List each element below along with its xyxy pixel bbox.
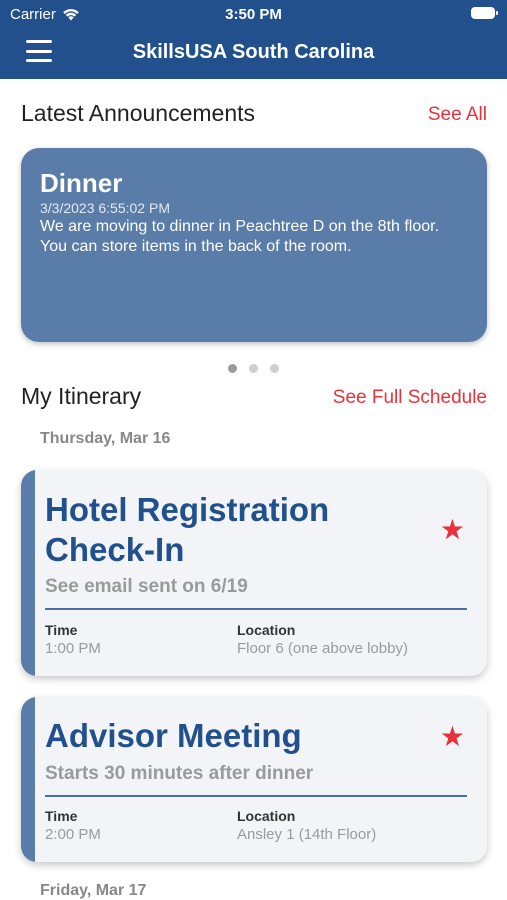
day-header: Friday, Mar 17 bbox=[40, 882, 147, 899]
see-full-schedule-link[interactable]: See Full Schedule bbox=[333, 387, 487, 409]
card-accent-bar bbox=[21, 697, 35, 862]
time-label: Time bbox=[45, 622, 78, 638]
time-value: 1:00 PM bbox=[45, 640, 101, 657]
page-dot-3[interactable] bbox=[270, 364, 279, 373]
itinerary-heading: My Itinerary bbox=[21, 383, 142, 409]
event-title: Hotel Registration Check-In bbox=[45, 491, 330, 568]
star-icon[interactable]: ★ bbox=[440, 723, 465, 751]
page-dot-1[interactable] bbox=[228, 364, 237, 373]
event-divider bbox=[45, 795, 467, 797]
star-icon[interactable]: ★ bbox=[440, 516, 465, 544]
see-all-link[interactable]: See All bbox=[428, 104, 487, 126]
announcement-title: Dinner bbox=[40, 168, 123, 198]
announcements-heading: Latest Announcements bbox=[21, 100, 255, 126]
location-value: Ansley 1 (14th Floor) bbox=[237, 826, 377, 843]
location-label: Location bbox=[237, 622, 296, 638]
location-value: Floor 6 (one above lobby) bbox=[237, 640, 408, 657]
announcement-card[interactable]: Dinner 3/3/2023 6:55:02 PM We are moving… bbox=[21, 148, 487, 342]
event-card-hotel-registration[interactable]: Hotel Registration Check-In ★ See email … bbox=[21, 470, 487, 676]
announcement-body: We are moving to dinner in Peachtree D o… bbox=[40, 218, 440, 255]
card-accent-bar bbox=[21, 470, 35, 676]
time-label: Time bbox=[45, 808, 78, 824]
announcement-date: 3/3/2023 6:55:02 PM bbox=[40, 200, 170, 216]
event-subtitle: Starts 30 minutes after dinner bbox=[45, 763, 314, 784]
app-title: SkillsUSA South Carolina bbox=[132, 41, 375, 63]
event-title: Advisor Meeting bbox=[45, 717, 302, 754]
nav-bar: SkillsUSA South Carolina bbox=[0, 28, 507, 79]
event-subtitle: See email sent on 6/19 bbox=[45, 576, 248, 597]
battery-icon bbox=[471, 7, 498, 19]
event-card-advisor-meeting[interactable]: Advisor Meeting ★ Starts 30 minutes afte… bbox=[21, 697, 487, 862]
app-header: Carrier 3:50 PM SkillsUSA South Carolina bbox=[0, 0, 507, 79]
page-indicator[interactable] bbox=[0, 364, 507, 373]
time-value: 2:00 PM bbox=[45, 826, 101, 843]
event-divider bbox=[45, 608, 467, 610]
location-label: Location bbox=[237, 808, 296, 824]
status-bar: Carrier 3:50 PM bbox=[0, 0, 507, 28]
page-dot-2[interactable] bbox=[249, 364, 258, 373]
day-header: Thursday, Mar 16 bbox=[40, 430, 171, 447]
status-time: 3:50 PM bbox=[225, 6, 282, 23]
